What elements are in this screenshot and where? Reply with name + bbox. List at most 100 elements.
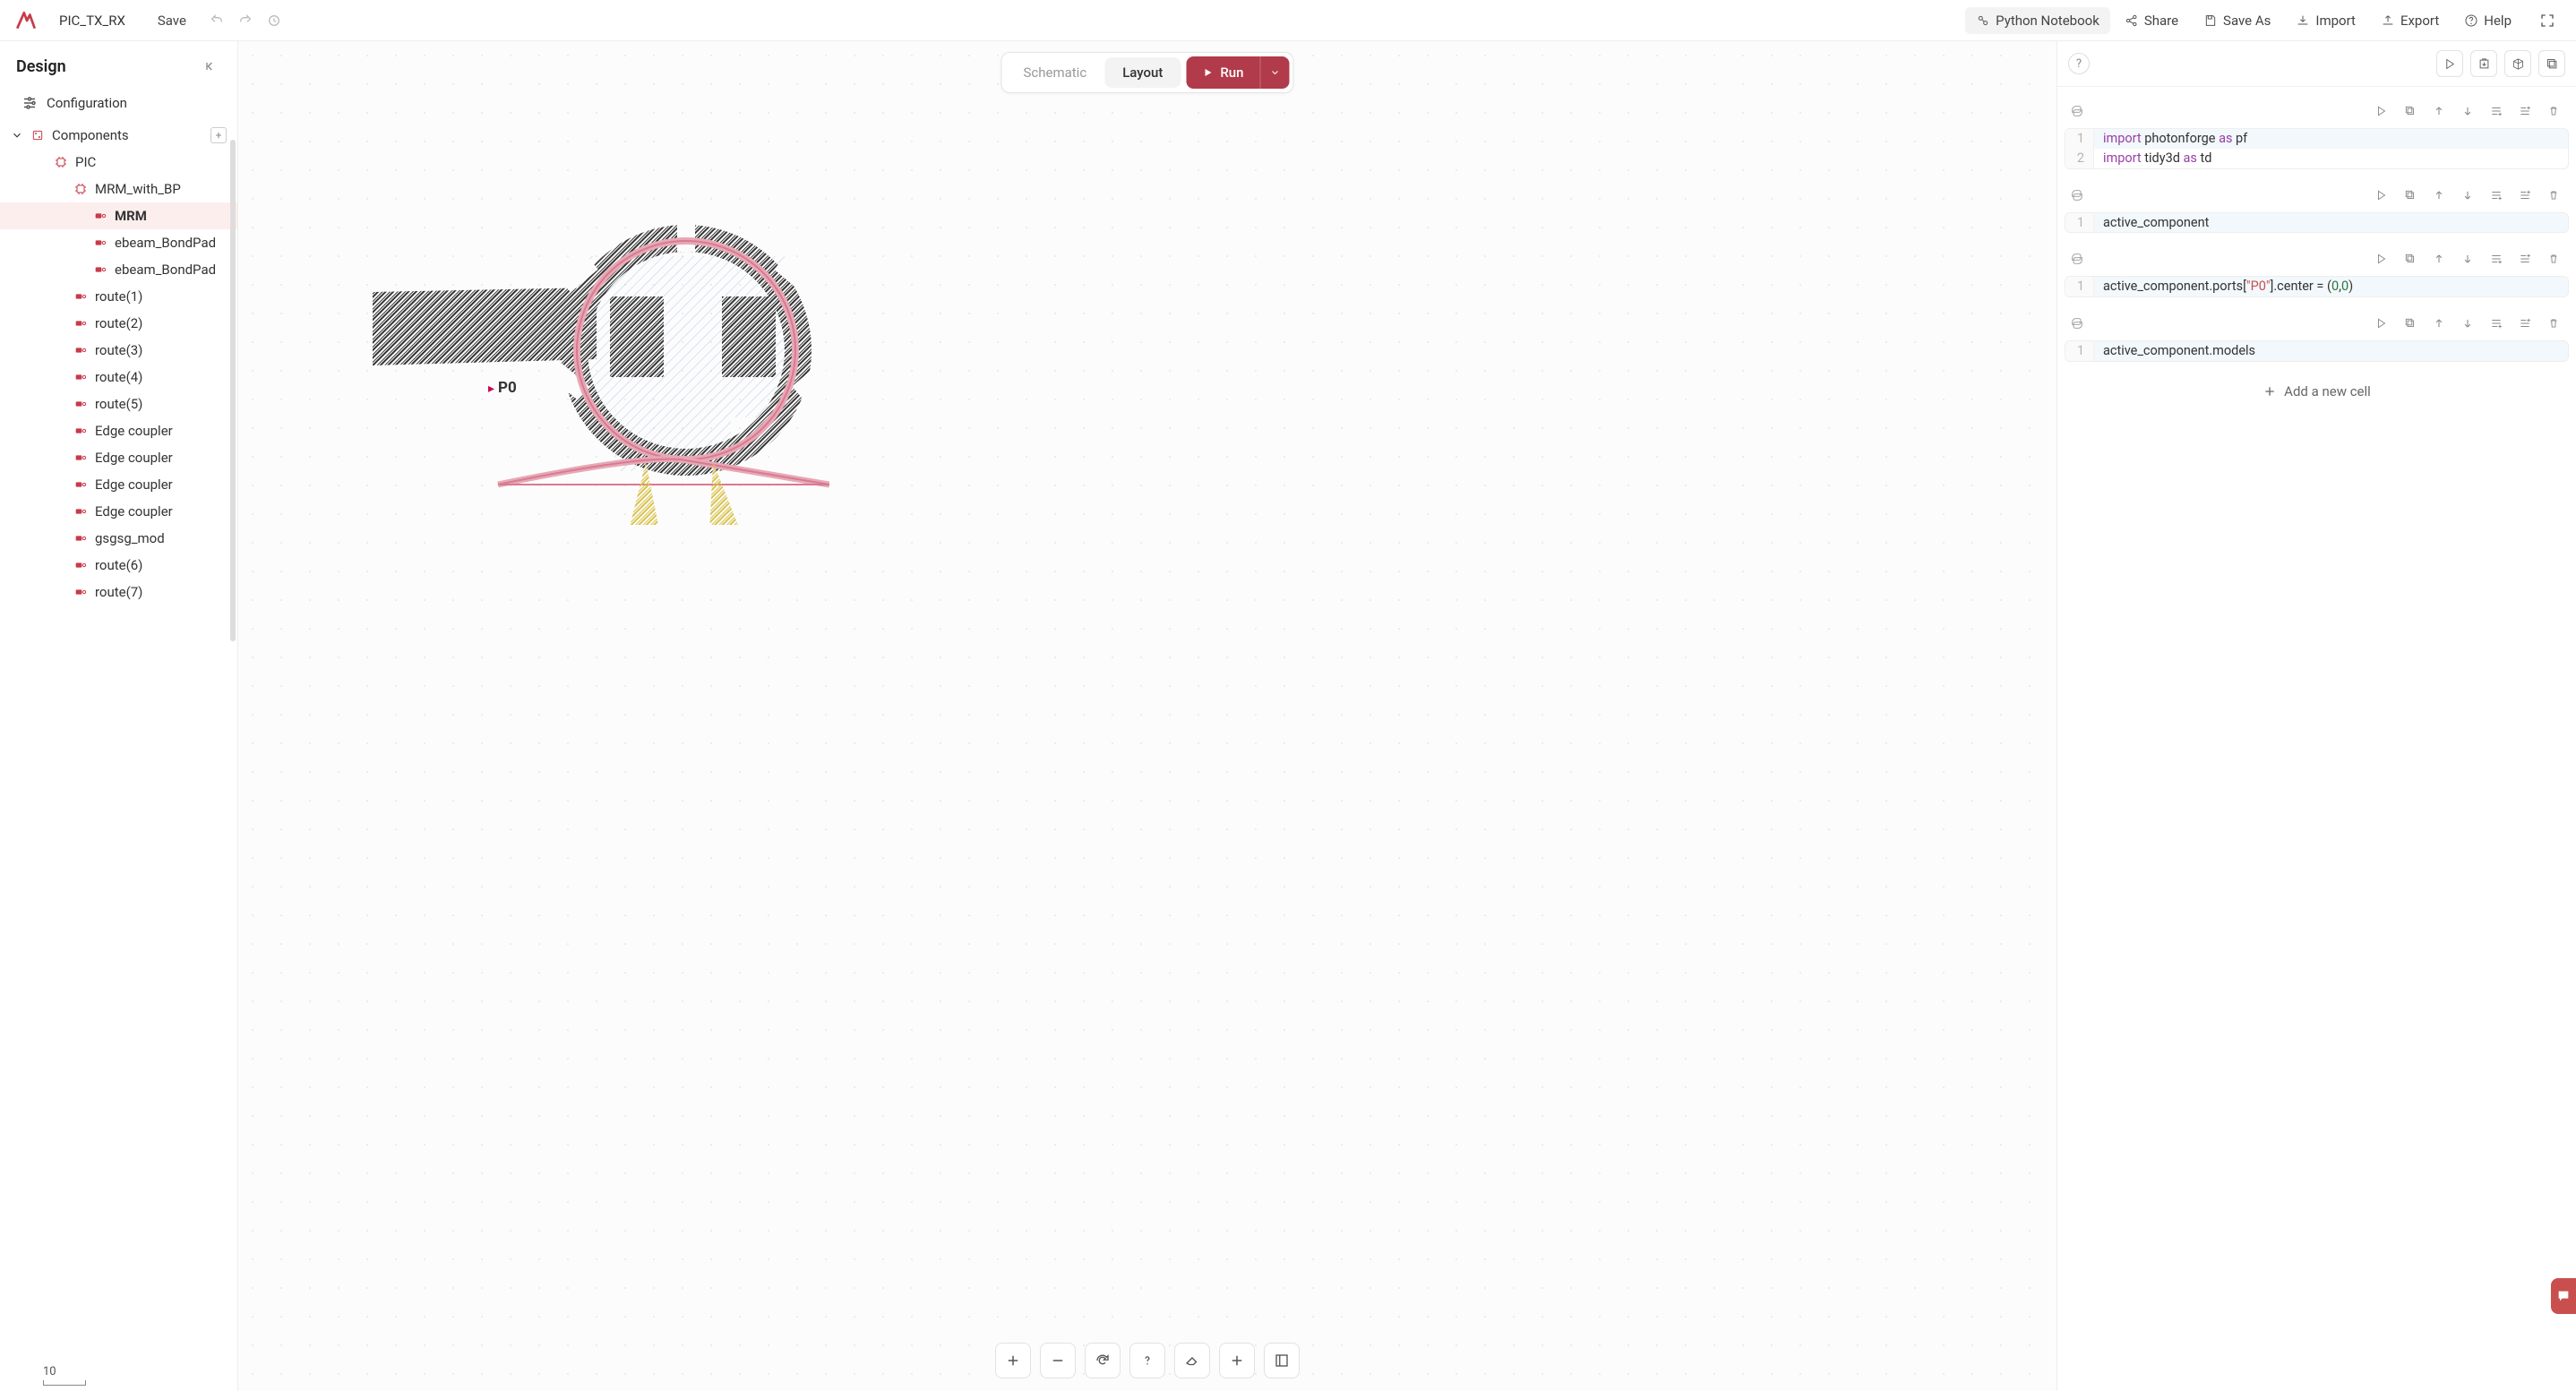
tab-schematic[interactable]: Schematic [1005,57,1104,88]
python-notebook-button[interactable]: Python Notebook [1965,7,2110,34]
add-component-button[interactable]: + [210,127,227,143]
notebook-help-button[interactable]: ? [2068,53,2090,74]
copy-all-button[interactable] [2538,50,2565,77]
tree-item[interactable]: ebeam_BondPad [0,256,237,283]
tree-item[interactable]: route(5) [0,391,237,417]
tree-item[interactable]: PIC [0,149,237,176]
copy-cell-button[interactable] [2399,312,2422,335]
python-notebook-label: Python Notebook [1996,13,2099,29]
tree-item[interactable]: route(1) [0,283,237,310]
notebook-cell: 1active_component.ports["P0"].center = (… [2065,245,2569,297]
run-cell-button[interactable] [2370,184,2393,207]
undo-button[interactable] [204,8,229,33]
code-block[interactable]: 1active_component [2065,212,2569,234]
run-all-button[interactable] [2436,50,2463,77]
refresh-button[interactable] [1085,1343,1121,1378]
tree-item[interactable]: route(3) [0,337,237,364]
tree-item[interactable]: Edge coupler [0,417,237,444]
sidebar-scrollbar[interactable] [230,140,236,641]
sidebar: Design Configuration Components + PICMRM… [0,41,238,1391]
code-block[interactable]: 1import photonforge as pf2import tidy3d … [2065,128,2569,169]
copy-cell-button[interactable] [2399,247,2422,270]
tree-item[interactable]: ebeam_BondPad [0,229,237,256]
tree-item[interactable]: route(6) [0,552,237,579]
delete-cell-button[interactable] [2542,247,2565,270]
import-button[interactable]: Import [2285,7,2366,34]
tree-item[interactable]: route(2) [0,310,237,337]
delete-cell-button[interactable] [2542,184,2565,207]
history-button[interactable] [262,8,287,33]
feedback-button[interactable] [2551,1278,2576,1314]
zoom-in-button[interactable] [995,1343,1031,1378]
fullscreen-button[interactable] [2533,6,2562,35]
move-down-button[interactable] [2456,247,2479,270]
share-button[interactable]: Share [2114,7,2189,34]
tree-item[interactable]: Edge coupler [0,498,237,525]
insert-below-button[interactable] [2513,312,2537,335]
insert-above-button[interactable] [2485,99,2508,123]
components-header[interactable]: Components + [0,122,237,149]
layout-canvas[interactable]: Schematic Layout Run [238,41,2057,1391]
delete-cell-button[interactable] [2542,312,2565,335]
code-line[interactable]: 2import tidy3d as td [2065,149,2568,168]
tree-item[interactable]: MRM_with_BP [0,176,237,202]
save-button[interactable]: Save [147,7,197,34]
export-button[interactable]: Export [2370,7,2450,34]
run-cell-button[interactable] [2370,312,2393,335]
tree-item[interactable]: Edge coupler [0,471,237,498]
sidebar-collapse-button[interactable] [200,56,221,77]
move-up-button[interactable] [2427,312,2451,335]
help-button[interactable]: Help [2453,7,2522,34]
add-button[interactable] [1219,1343,1255,1378]
tree-item[interactable]: gsgsg_mod [0,525,237,552]
code-line[interactable]: 1active_component [2065,213,2568,233]
run-cell-button[interactable] [2370,247,2393,270]
comp-icon [73,531,88,545]
move-up-button[interactable] [2427,247,2451,270]
move-down-button[interactable] [2456,99,2479,123]
tree-item[interactable]: route(7) [0,579,237,605]
tree-item-label: route(3) [95,342,142,358]
zoom-out-button[interactable] [1040,1343,1076,1378]
add-cell-button[interactable]: Add a new cell [2065,374,2569,408]
insert-below-button[interactable] [2513,184,2537,207]
python-icon [2068,186,2086,204]
insert-above-button[interactable] [2485,312,2508,335]
move-up-button[interactable] [2427,184,2451,207]
delete-cell-button[interactable] [2542,99,2565,123]
insert-below-button[interactable] [2513,99,2537,123]
run-group: Run [1186,56,1289,89]
move-up-button[interactable] [2427,99,2451,123]
canvas-help-button[interactable] [1129,1343,1165,1378]
fit-button[interactable] [1264,1343,1300,1378]
eraser-button[interactable] [1174,1343,1210,1378]
code-line[interactable]: 1active_component.ports["P0"].center = (… [2065,277,2568,296]
comp-icon [93,236,107,250]
move-down-button[interactable] [2456,184,2479,207]
code-line[interactable]: 1active_component.models [2065,341,2568,361]
copy-cell-button[interactable] [2399,99,2422,123]
comp-icon [73,424,88,438]
tree-item[interactable]: route(4) [0,364,237,391]
tree-item[interactable]: MRM [0,202,237,229]
code-line[interactable]: 1import photonforge as pf [2065,129,2568,149]
run-dropdown-button[interactable] [1260,56,1290,89]
run-cell-button[interactable] [2370,99,2393,123]
move-down-button[interactable] [2456,312,2479,335]
insert-above-button[interactable] [2485,247,2508,270]
export-notebook-button[interactable] [2470,50,2497,77]
tab-layout[interactable]: Layout [1104,57,1181,88]
copy-cell-button[interactable] [2399,184,2422,207]
app-logo [14,9,38,32]
redo-button[interactable] [233,8,258,33]
save-as-button[interactable]: Save As [2193,7,2281,34]
tree-item[interactable]: Edge coupler [0,444,237,471]
insert-above-button[interactable] [2485,184,2508,207]
configuration-row[interactable]: Configuration [0,86,237,122]
code-block[interactable]: 1active_component.ports["P0"].center = (… [2065,276,2569,297]
code-block[interactable]: 1active_component.models [2065,340,2569,362]
cube-button[interactable] [2504,50,2531,77]
insert-below-button[interactable] [2513,247,2537,270]
comp-icon [73,451,88,465]
run-button[interactable]: Run [1186,56,1259,89]
